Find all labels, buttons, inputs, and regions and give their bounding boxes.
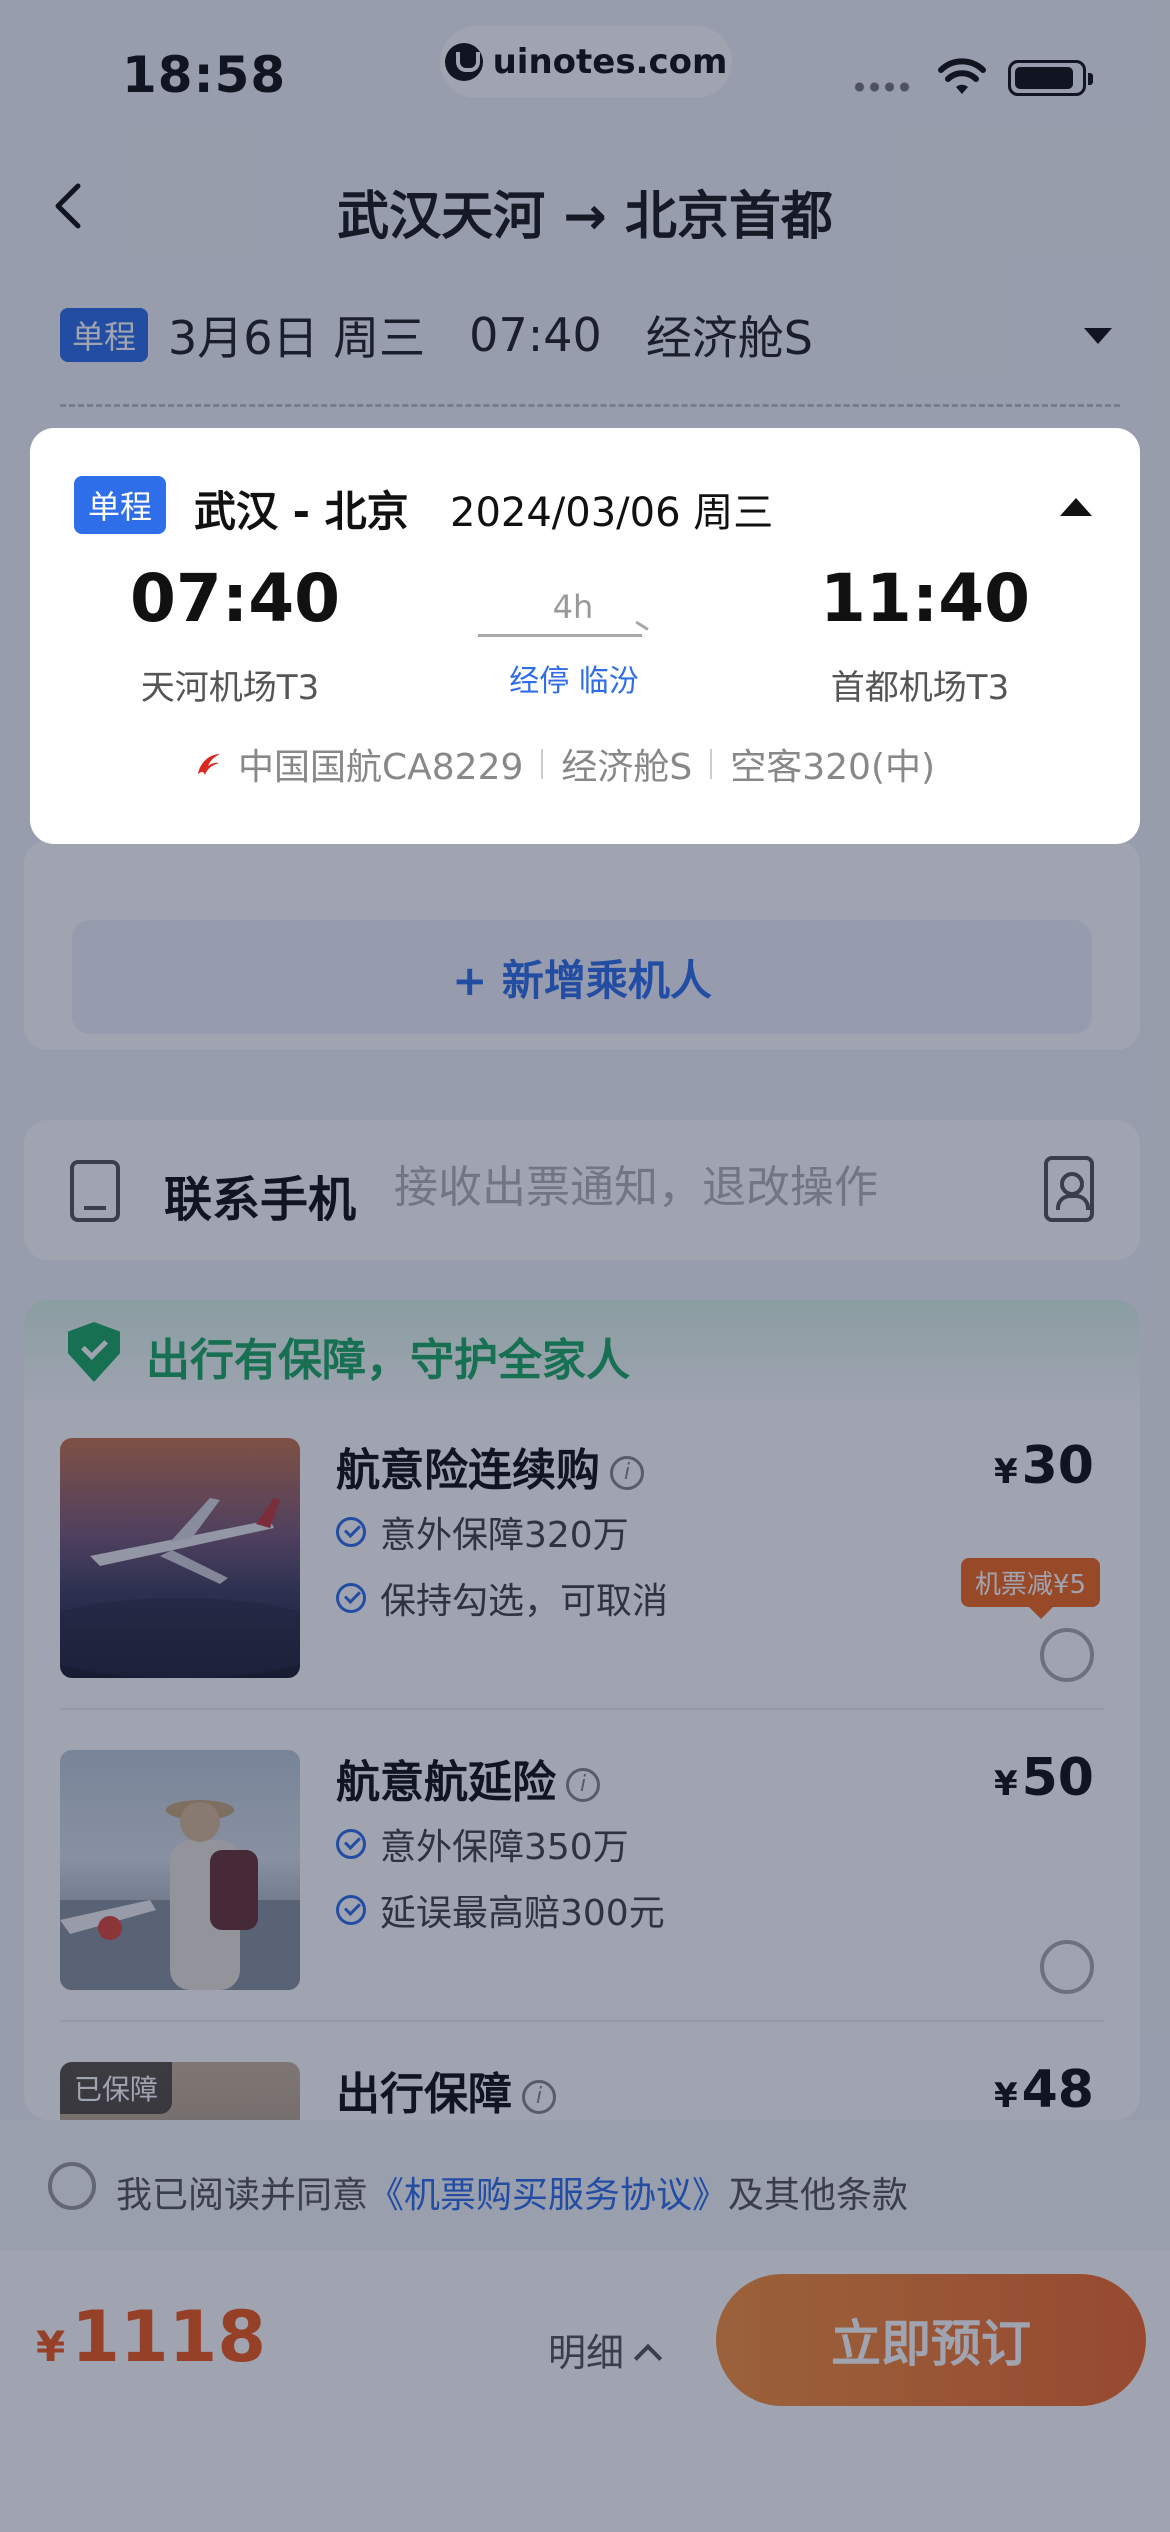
- arrival-time: 11:40: [820, 560, 1031, 637]
- arrival-airport: 首都机场T3: [830, 668, 1010, 708]
- departure-airport: 天河机场T3: [140, 668, 320, 708]
- separator: [710, 749, 713, 779]
- route-text: 武汉 - 北京: [194, 487, 409, 536]
- separator: [541, 749, 544, 779]
- airline-flight: 中国国航CA8229: [238, 747, 524, 788]
- caret-up-icon[interactable]: [1060, 498, 1092, 516]
- flight-info-row: 中国国航CA8229 经济舱S 空客320(中): [192, 738, 935, 790]
- air-china-logo-icon: [198, 754, 220, 775]
- trip-type-badge: 单程: [74, 476, 167, 534]
- departure-time: 07:40: [130, 560, 341, 637]
- flight-date: 2024/03/06 周三: [450, 490, 774, 536]
- flight-arrow-icon: [478, 634, 642, 637]
- cabin-class: 经济舱S: [561, 747, 693, 788]
- stopover-text: 经停 临汾: [509, 664, 639, 699]
- dim-overlay[interactable]: [0, 0, 1170, 2532]
- flight-detail-popup: 单程 武汉 - 北京 2024/03/06 周三 07:40 天河机场T3 4h…: [30, 428, 1140, 844]
- aircraft-type: 空客320(中): [730, 747, 936, 788]
- flight-duration: 4h: [552, 588, 594, 626]
